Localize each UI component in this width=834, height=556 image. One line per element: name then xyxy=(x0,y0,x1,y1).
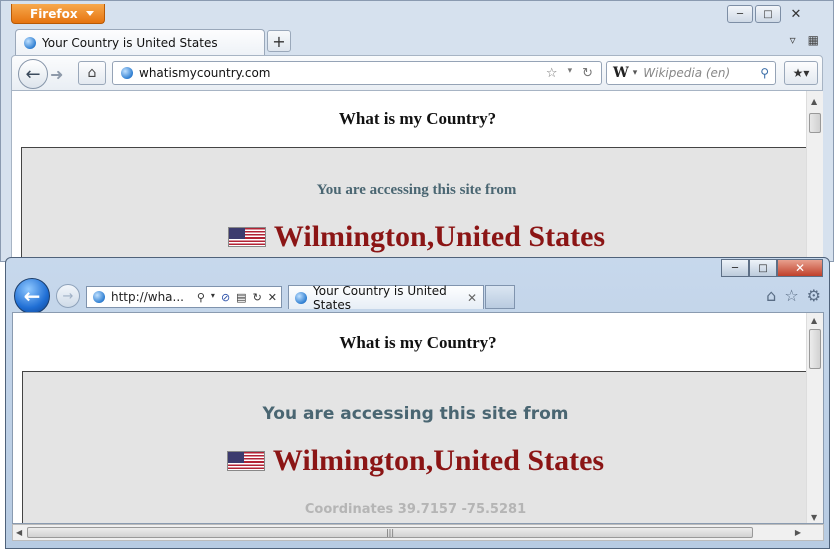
flag-icon xyxy=(227,227,266,247)
url-bar[interactable]: whatismycountry.com ☆ ▾ ↻ xyxy=(112,61,602,85)
minimize-icon[interactable]: ─ xyxy=(721,259,749,277)
bookmarks-icon[interactable]: ★▾ xyxy=(784,61,818,85)
tab-groups-icon[interactable]: ▦ xyxy=(808,33,819,47)
window-controls: ─ □ ✕ xyxy=(727,5,809,23)
horizontal-scrollbar[interactable]: ◀ ||| ▶ xyxy=(12,524,824,541)
search-input[interactable]: W ▾ Wikipedia (en) ⚲ xyxy=(606,61,776,85)
maximize-icon[interactable]: □ xyxy=(749,259,777,277)
chevron-down-icon[interactable]: ▾ xyxy=(568,66,573,81)
search-icon[interactable]: ⚲ xyxy=(760,66,775,80)
page-title: What is my Country? xyxy=(338,109,497,128)
ie-window: ─ □ ✕ ← → http://wha... ⚲ ▾ ⊘ ▤ ↻ ✕ Your… xyxy=(5,257,830,549)
scroll-down-icon[interactable]: ▼ xyxy=(811,513,817,522)
tab-tools: ▿ ▦ xyxy=(790,33,819,47)
scroll-up-icon[interactable]: ▲ xyxy=(811,316,817,325)
access-text: You are accessing this site from xyxy=(316,182,517,198)
back-arrow-icon[interactable]: ← xyxy=(18,59,48,89)
tab-title: Your Country is United States xyxy=(313,283,447,312)
scroll-right-icon[interactable]: ▶ xyxy=(795,528,801,537)
location-row: Wilmington,United States xyxy=(23,444,808,478)
tab-title: Your Country is United States xyxy=(42,35,218,50)
new-tab-button[interactable] xyxy=(485,285,515,309)
search-placeholder: Wikipedia (en) xyxy=(643,66,731,80)
forward-arrow-icon[interactable]: → xyxy=(56,284,80,308)
search-icon[interactable]: ⚲ xyxy=(197,291,205,304)
star-icon[interactable]: ☆ xyxy=(546,66,558,81)
page-title: What is my Country? xyxy=(339,333,497,352)
url-bar[interactable]: http://wha... ⚲ ▾ ⊘ ▤ ↻ ✕ xyxy=(86,286,282,308)
coordinates-text: Coordinates 39.7157 -75.5281 xyxy=(304,502,527,517)
stop-icon[interactable]: ⊘ xyxy=(221,291,230,304)
home-icon[interactable]: ⌂ xyxy=(766,286,776,305)
page-content: What is my Country? You are accessing th… xyxy=(11,91,823,261)
url-text: whatismycountry.com xyxy=(139,66,271,80)
gear-icon[interactable]: ⚙ xyxy=(807,286,821,305)
scroll-up-icon[interactable]: ▲ xyxy=(811,97,817,106)
compat-icon[interactable]: ▤ xyxy=(236,291,246,304)
firefox-menu-button[interactable]: Firefox xyxy=(11,4,105,24)
chevron-down-icon[interactable]: ▾ xyxy=(633,68,638,78)
reload-icon[interactable]: ↻ xyxy=(582,66,593,81)
tab-list-icon[interactable]: ▿ xyxy=(790,33,796,47)
reload-icon[interactable]: ↻ xyxy=(253,291,262,304)
scroll-thumb[interactable] xyxy=(809,113,821,133)
minimize-icon[interactable]: ─ xyxy=(727,5,753,23)
favorites-star-icon[interactable]: ☆ xyxy=(784,286,798,305)
scroll-thumb[interactable]: ||| xyxy=(27,527,753,538)
window-controls: ─ □ ✕ xyxy=(721,259,823,277)
firefox-menu-label: Firefox xyxy=(30,6,78,21)
close-tab-icon[interactable]: ✕ xyxy=(467,291,483,305)
command-tools: ⌂ ☆ ⚙ xyxy=(766,286,821,305)
location-row: Wilmington,United States xyxy=(22,220,811,254)
scroll-thumb[interactable] xyxy=(809,329,821,369)
scroll-left-icon[interactable]: ◀ xyxy=(16,528,22,537)
tab-active[interactable]: Your Country is United States xyxy=(15,29,265,55)
globe-icon xyxy=(24,36,36,49)
chevron-down-icon[interactable]: ▾ xyxy=(211,291,215,304)
firefox-window: Firefox ─ □ ✕ Your Country is United Sta… xyxy=(0,0,834,262)
home-icon[interactable]: ⌂ xyxy=(78,61,106,85)
globe-icon xyxy=(121,67,133,79)
new-tab-label: + xyxy=(272,31,286,51)
close-icon[interactable]: ✕ xyxy=(268,291,277,304)
vertical-scrollbar[interactable]: ▲ xyxy=(806,91,823,261)
location-text: Wilmington,United States xyxy=(272,444,605,477)
access-text: You are accessing this site from xyxy=(262,404,569,424)
new-tab-button[interactable]: + xyxy=(267,30,291,52)
close-icon[interactable]: ✕ xyxy=(777,259,823,277)
location-box: You are accessing this site from Wilming… xyxy=(22,371,808,523)
back-arrow-icon[interactable]: ← xyxy=(14,278,50,314)
maximize-icon[interactable]: □ xyxy=(755,5,781,23)
flag-icon xyxy=(226,451,265,471)
globe-icon xyxy=(93,291,105,303)
chevron-down-icon xyxy=(85,11,94,16)
location-text: Wilmington,United States xyxy=(273,220,606,253)
globe-icon xyxy=(295,291,307,304)
tab-active[interactable]: Your Country is United States ✕ xyxy=(288,283,484,312)
vertical-scrollbar[interactable]: ▲ ▼ xyxy=(806,313,823,523)
close-icon[interactable]: ✕ xyxy=(783,5,809,23)
navigation-toolbar: ← ➜ ⌂ whatismycountry.com ☆ ▾ ↻ W ▾ Wiki… xyxy=(11,55,823,91)
forward-arrow-icon[interactable]: ➜ xyxy=(50,65,63,84)
url-text: http://wha... xyxy=(111,290,184,304)
wikipedia-logo: W xyxy=(613,65,629,81)
location-box: You are accessing this site from Wilming… xyxy=(21,147,811,261)
page-content: What is my Country? You are accessing th… xyxy=(12,312,824,524)
